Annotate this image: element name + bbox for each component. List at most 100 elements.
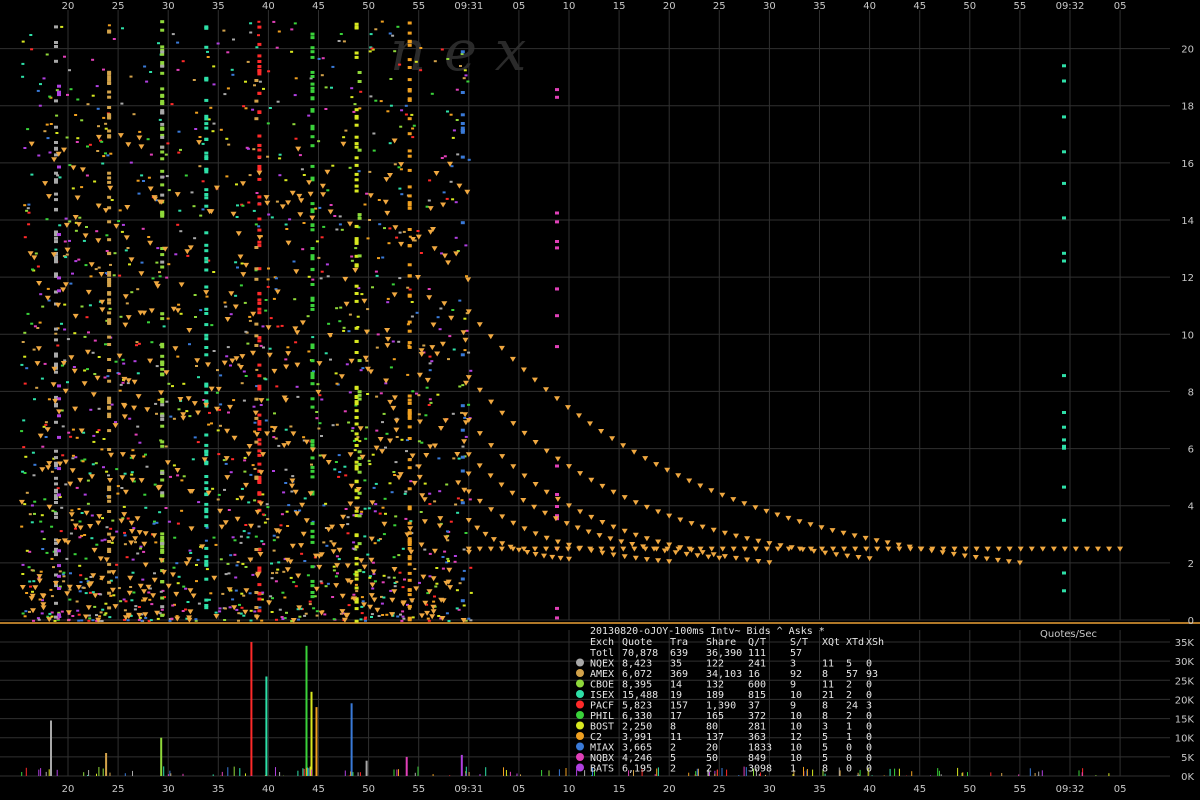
column-quote-mark [107,510,112,513]
summary-cell: 1 [846,732,852,743]
exchange-name: CBOE [590,680,614,691]
x-tick-label-bottom: 45 [913,784,926,795]
summary-cell: 849 [748,753,766,764]
quote-mark [176,474,180,477]
column-quote-mark [310,283,315,286]
quote-mark [403,578,406,581]
quote-mark [123,609,127,612]
column-quote-mark [54,146,58,150]
quote-mark [361,367,365,370]
column-quote-mark [357,216,362,220]
column-quote-mark [257,491,262,495]
quote-mark [260,619,264,622]
quote-mark [204,539,208,542]
quote-mark [44,423,48,426]
quote-mark [115,563,119,566]
column-quote-mark [160,28,165,32]
quote-mark [251,108,255,111]
quote-mark [210,324,214,327]
column-quote-mark [160,542,165,546]
quote-mark [233,553,237,556]
quote-mark [315,610,319,613]
quote-mark [317,140,321,143]
quote-rate-bar [305,645,308,776]
column-quote-mark [407,201,412,205]
quote-mark [227,509,231,511]
quote-mark [303,614,307,617]
quote-rate-bar [350,703,353,776]
quote-mark [324,585,328,588]
quote-mark [284,428,288,431]
quote-rate-bar-small [688,772,690,776]
quote-mark [30,504,34,507]
quote-mark [457,457,461,460]
quote-mark [160,608,164,611]
quote-rate-bar-small [898,768,900,776]
quote-rate-bar-small [83,772,85,776]
column-quote-mark [257,65,262,68]
quote-mark [83,493,87,496]
quote-mark [440,48,444,51]
column-quote-mark [310,591,315,594]
column-quote-mark [54,476,58,480]
quote-mark [337,40,341,42]
quote-mark [428,552,432,555]
quote-mark [363,479,367,482]
quote-mark [446,110,449,113]
quote-rate-bar-small [344,770,346,776]
quote-mark [374,503,378,506]
column-quote-mark [160,548,165,552]
quote-mark [398,231,402,234]
column-quote-mark [354,533,359,537]
quote-mark [78,564,82,567]
quote-mark [320,270,324,273]
column-quote-mark [204,193,209,196]
quote-mark [386,301,390,304]
quote-mark [33,512,36,515]
quote-mark [342,329,346,332]
quote-mark [353,548,356,551]
column-quote-mark [407,154,412,158]
quote-mark [301,248,305,251]
quote-mark [452,348,456,351]
quote-mark [447,358,450,361]
column-quote-mark [160,71,165,75]
quote-mark [237,612,241,615]
column-quote-mark [204,268,209,272]
quote-mark [131,449,135,452]
quote-mark [134,541,137,544]
quote-mark [74,229,78,232]
quote-mark [412,124,416,127]
exchange-name: BATS [590,764,614,775]
quote-mark [370,613,374,616]
column-quote-mark [107,396,112,400]
quote-mark [122,362,126,365]
quote-mark [224,573,228,576]
quote-mark [244,375,248,377]
quote-mark [168,619,172,622]
quote-mark [284,179,288,182]
quote-mark [41,305,45,308]
quote-mark [291,475,295,478]
quote-mark [179,148,182,151]
quote-mark [60,506,64,509]
quote-rate-bar-small [697,768,699,776]
quote-mark [389,366,393,369]
quote-mark [338,320,342,323]
quote-mark [242,105,246,108]
quote-mark [50,557,54,560]
y-tick-label: 0 [1188,616,1194,627]
quote-mark [91,463,95,466]
quote-mark [347,421,351,424]
summary-cell: 11 [822,659,834,670]
column-quote-mark [257,422,262,426]
column-quote-mark [407,274,412,278]
quote-mark [373,580,377,583]
column-quote-mark [204,188,209,192]
watermark: n e x [390,19,526,84]
quote-mark [177,408,181,411]
column-quote-mark [257,143,262,147]
column-quote-mark [460,501,465,505]
quote-mark [266,506,270,509]
summary-header: S/T [790,637,808,648]
